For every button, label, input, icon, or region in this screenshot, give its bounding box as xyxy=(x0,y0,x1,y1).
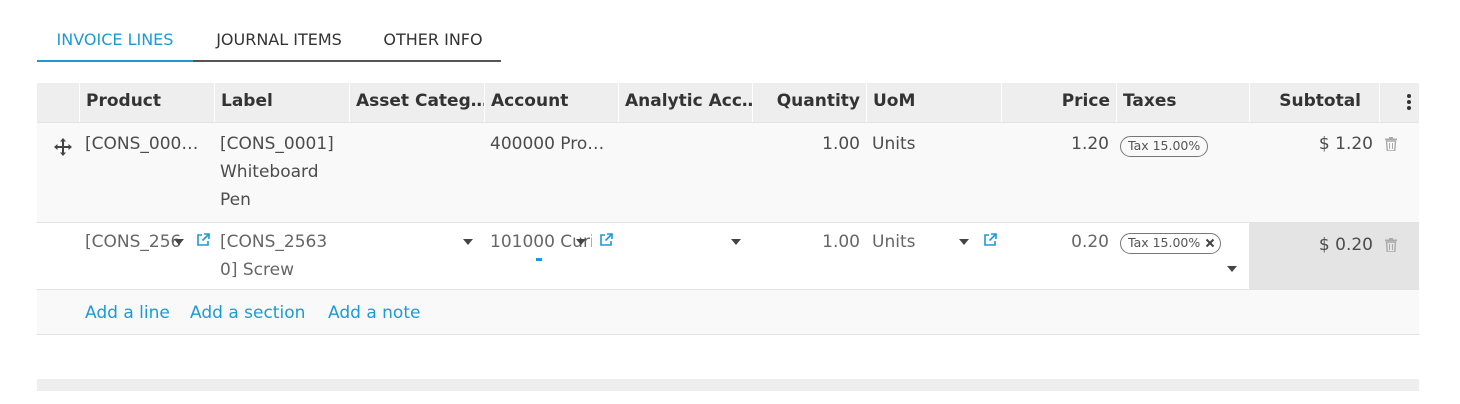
caret-down-icon[interactable] xyxy=(463,239,473,245)
product-input[interactable]: [CONS_256 xyxy=(85,228,181,256)
column-header-uom[interactable]: UoM xyxy=(866,83,1001,122)
label-line[interactable]: [CONS_0001] xyxy=(220,130,334,158)
drag-handle-icon[interactable] xyxy=(53,137,73,157)
close-icon[interactable] xyxy=(1205,238,1215,248)
label-input-line[interactable]: [CONS_2563 xyxy=(220,228,327,256)
input-focus-indicator xyxy=(536,258,542,261)
column-header-asset-category[interactable]: Asset Categ… xyxy=(349,83,484,122)
add-actions-row: Add a line Add a section Add a note xyxy=(37,290,1419,335)
add-section-link[interactable]: Add a section xyxy=(190,301,305,325)
footer-bar xyxy=(37,379,1419,391)
trash-icon[interactable] xyxy=(1385,238,1397,252)
label-line[interactable]: Pen xyxy=(220,186,251,214)
caret-down-icon[interactable] xyxy=(731,239,741,245)
column-header-quantity[interactable]: Quantity xyxy=(752,83,866,122)
active-tab-indicator xyxy=(37,60,193,62)
label-line[interactable]: Whiteboard xyxy=(220,158,319,186)
notebook-tabs: INVOICE LINES JOURNAL ITEMS OTHER INFO xyxy=(37,22,501,63)
subtotal-cell: $ 0.20 xyxy=(1318,235,1373,255)
table-header: Product Label Asset Categ… Account Analy… xyxy=(37,83,1419,122)
subtotal-cell: $ 1.20 xyxy=(1318,134,1373,154)
uom-input[interactable]: Units xyxy=(872,228,915,256)
external-link-icon[interactable] xyxy=(196,233,210,247)
label-input-line[interactable]: 0] Screw xyxy=(220,256,294,284)
price-cell[interactable]: 1.20 xyxy=(1001,130,1109,158)
column-header-price[interactable]: Price xyxy=(1001,83,1116,122)
external-link-icon[interactable] xyxy=(599,233,613,247)
column-header-label[interactable]: Label xyxy=(214,83,349,122)
tax-tag: Tax 15.00% xyxy=(1120,136,1209,157)
account-cell[interactable]: 400000 Pro… xyxy=(490,130,604,158)
tax-tag: Tax 15.00% xyxy=(1120,233,1222,254)
tax-tag-label: Tax 15.00% xyxy=(1128,235,1201,250)
price-input[interactable]: 0.20 xyxy=(1001,228,1109,256)
caret-down-icon[interactable] xyxy=(959,239,969,245)
add-line-link[interactable]: Add a line xyxy=(85,301,170,325)
column-header-analytic-account[interactable]: Analytic Acc… xyxy=(618,83,752,122)
uom-cell[interactable]: Units xyxy=(872,130,915,158)
quantity-input[interactable]: 1.00 xyxy=(752,228,860,256)
caret-down-icon[interactable] xyxy=(174,239,184,245)
caret-down-icon[interactable] xyxy=(576,239,586,245)
product-cell[interactable]: [CONS_000… xyxy=(85,130,198,158)
column-header-account[interactable]: Account xyxy=(484,83,618,122)
external-link-icon[interactable] xyxy=(983,233,997,247)
quantity-cell[interactable]: 1.00 xyxy=(752,130,860,158)
tabs-divider xyxy=(193,60,501,62)
column-header-subtotal[interactable]: Subtotal xyxy=(1249,83,1379,122)
column-header-taxes[interactable]: Taxes xyxy=(1116,83,1249,122)
tab-other-info[interactable]: OTHER INFO xyxy=(365,22,501,63)
add-note-link[interactable]: Add a note xyxy=(328,301,420,325)
column-header-product[interactable]: Product xyxy=(79,83,214,122)
tab-invoice-lines[interactable]: INVOICE LINES xyxy=(37,22,193,63)
table-row[interactable]: [CONS_000… [CONS_0001] Whiteboard Pen 40… xyxy=(37,122,1419,223)
trash-icon[interactable] xyxy=(1385,137,1397,151)
caret-down-icon[interactable] xyxy=(1227,266,1237,272)
tab-journal-items[interactable]: JOURNAL ITEMS xyxy=(193,22,365,63)
table-row-editing[interactable]: [CONS_256 [CONS_2563 0] Screw 101000 Cur… xyxy=(37,223,1419,290)
kebab-menu-icon[interactable] xyxy=(1379,83,1419,122)
